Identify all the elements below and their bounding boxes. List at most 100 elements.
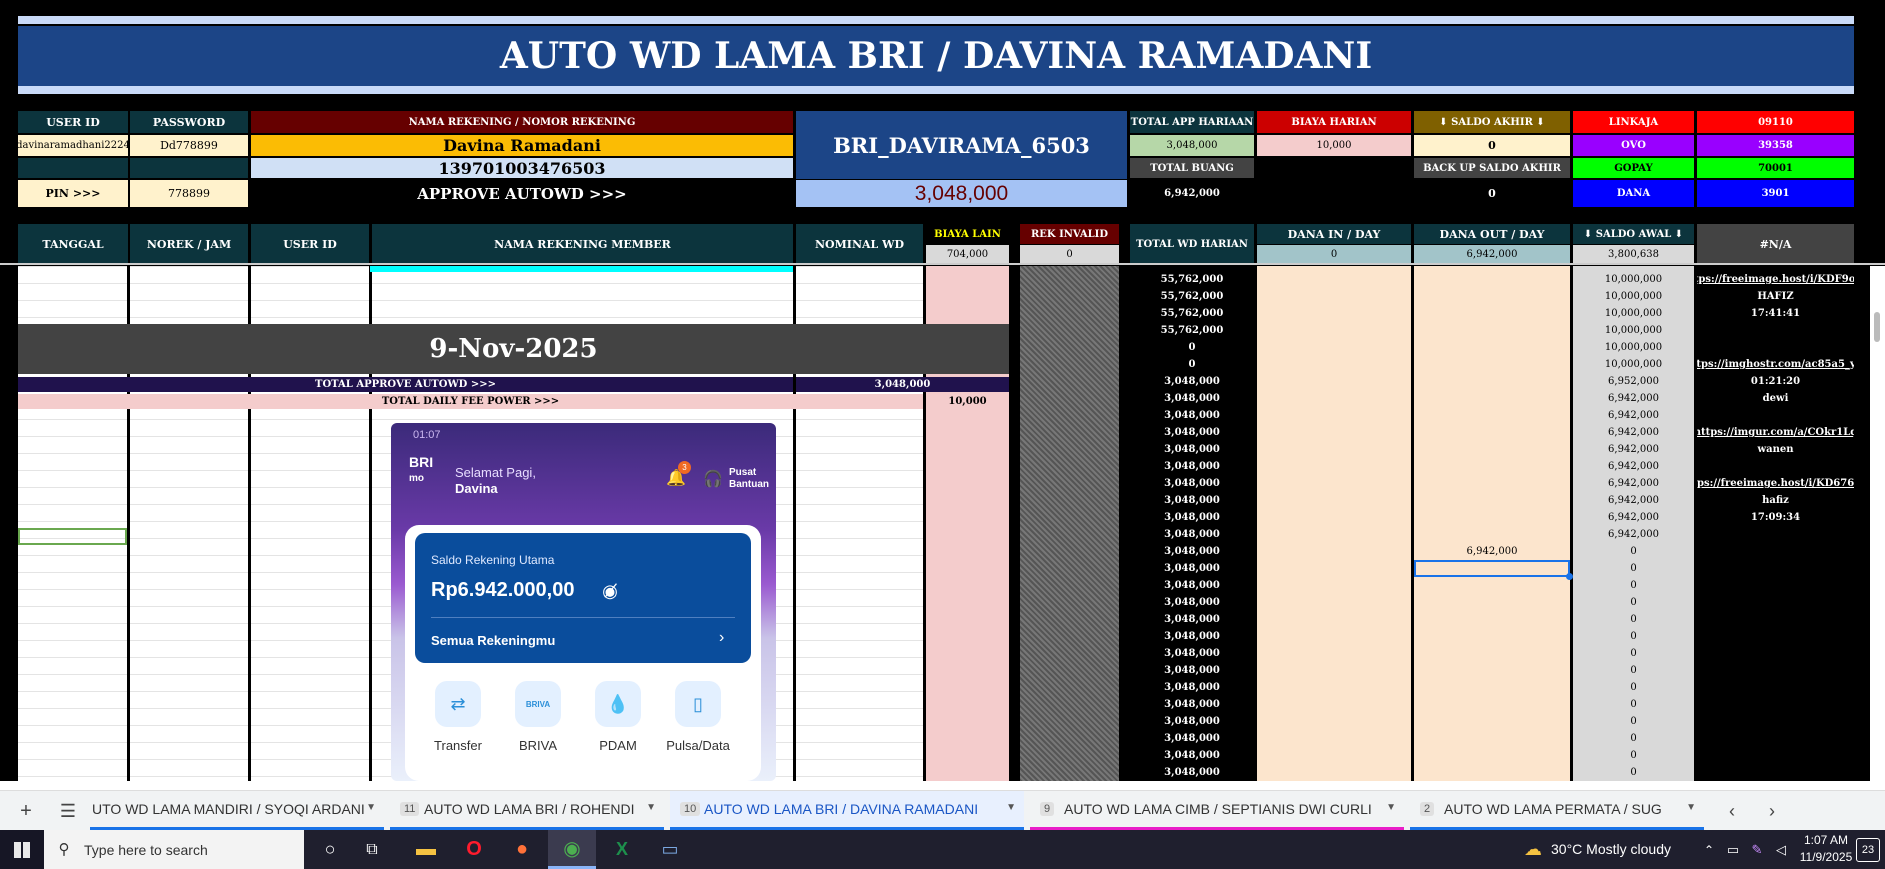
cell-value[interactable]: 3,048,000 bbox=[1130, 577, 1254, 594]
pulsa-icon[interactable]: ▯ bbox=[675, 681, 721, 727]
cell-value[interactable]: 0 bbox=[1573, 730, 1694, 747]
cell-value[interactable]: 10,000,000 bbox=[1573, 288, 1694, 305]
cell-value[interactable]: 0 bbox=[1130, 356, 1254, 373]
tray-up-icon[interactable]: ⌃ bbox=[1698, 830, 1720, 869]
start-button[interactable] bbox=[0, 830, 44, 869]
vertical-scrollbar[interactable] bbox=[1870, 266, 1885, 781]
cell-value[interactable]: 3,048,000 bbox=[1130, 509, 1254, 526]
cell-value[interactable]: 3,048,000 bbox=[1130, 441, 1254, 458]
cell-value[interactable]: 3,048,000 bbox=[1130, 492, 1254, 509]
horizontal-scrollbar[interactable] bbox=[0, 781, 1885, 790]
clock-date[interactable]: 11/9/2025 bbox=[1796, 850, 1856, 864]
cell-value[interactable]: 0 bbox=[1573, 560, 1694, 577]
cell-value[interactable] bbox=[1697, 458, 1854, 475]
action-label[interactable]: Transfer bbox=[419, 737, 497, 753]
action-label[interactable]: BRIVA bbox=[499, 737, 577, 753]
all-sheets-icon[interactable]: ☰ bbox=[56, 799, 80, 823]
scroll-tabs-left-icon[interactable]: ‹ bbox=[1720, 799, 1744, 823]
cell-value[interactable]: https://imghostr.com/ac85a5_ylk bbox=[1697, 356, 1854, 373]
cell-value[interactable]: hafiz bbox=[1697, 492, 1854, 509]
ewallet-value[interactable]: 39358 bbox=[1697, 135, 1854, 156]
cell-value[interactable]: 3,048,000 bbox=[1130, 594, 1254, 611]
cell-value[interactable]: 6,952,000 bbox=[1573, 373, 1694, 390]
dana-out-cell[interactable]: 6,942,000 bbox=[1414, 543, 1570, 560]
action-label[interactable]: PDAM bbox=[579, 737, 657, 753]
firefox-icon[interactable]: ● bbox=[500, 830, 544, 869]
cell-value[interactable]: 6,942,000 bbox=[1573, 509, 1694, 526]
file-explorer-icon[interactable]: ▬ bbox=[404, 830, 448, 869]
cell-value[interactable]: 0 bbox=[1573, 594, 1694, 611]
cell-value[interactable]: 10,000,000 bbox=[1573, 305, 1694, 322]
chrome-icon[interactable]: ◉ bbox=[548, 830, 596, 869]
cell-value[interactable]: 3,048,000 bbox=[1130, 764, 1254, 781]
cell-value[interactable] bbox=[1697, 407, 1854, 424]
cell-value[interactable]: 3,048,000 bbox=[1130, 424, 1254, 441]
ewallet-value[interactable]: 70001 bbox=[1697, 158, 1854, 178]
opera-icon[interactable]: O bbox=[452, 830, 496, 869]
cell-value[interactable]: 0 bbox=[1573, 713, 1694, 730]
password-value[interactable]: Dd778899 bbox=[130, 135, 248, 156]
cell-value[interactable]: 3,048,000 bbox=[1130, 407, 1254, 424]
cell-value[interactable]: 0 bbox=[1573, 679, 1694, 696]
cell-value[interactable]: 3,048,000 bbox=[1130, 628, 1254, 645]
cell-value[interactable]: 17:41:41 bbox=[1697, 305, 1854, 322]
pdam-icon[interactable]: 💧 bbox=[595, 681, 641, 727]
cell-value[interactable]: https://imgur.com/a/COkr1Lq bbox=[1697, 424, 1854, 441]
cell-value[interactable]: 0 bbox=[1573, 543, 1694, 560]
nama-rekening-value[interactable]: Davina Ramadani bbox=[251, 135, 793, 156]
cell-value[interactable]: 3,048,000 bbox=[1130, 696, 1254, 713]
scroll-tabs-right-icon[interactable]: › bbox=[1760, 799, 1784, 823]
ewallet-value[interactable]: 3901 bbox=[1697, 180, 1854, 207]
sheet-tab[interactable]: 10 AUTO WD LAMA BRI / DAVINA RAMADANI ▼ bbox=[670, 791, 1024, 831]
eye-hidden-icon[interactable]: ◉̸ bbox=[597, 579, 623, 603]
selected-cell[interactable] bbox=[18, 528, 127, 545]
volume-icon[interactable]: ◁ bbox=[1770, 830, 1792, 869]
cell-value[interactable]: 0 bbox=[1573, 696, 1694, 713]
cell-value[interactable]: 6,942,000 bbox=[1573, 424, 1694, 441]
semua-rekening-link[interactable]: Semua Rekeningmu bbox=[431, 633, 555, 648]
cell-value[interactable]: 6,942,000 bbox=[1573, 458, 1694, 475]
cell-value[interactable]: 0 bbox=[1130, 339, 1254, 356]
cell-value[interactable]: 3,048,000 bbox=[1130, 611, 1254, 628]
sheet-tab[interactable]: 9 AUTO WD LAMA CIMB / SEPTIANIS DWI CURLI… bbox=[1030, 791, 1404, 831]
cell-value[interactable]: 3,048,000 bbox=[1130, 560, 1254, 577]
tab-dropdown-icon[interactable]: ▼ bbox=[646, 802, 656, 813]
cell-value[interactable]: 3,048,000 bbox=[1130, 679, 1254, 696]
cell-value[interactable]: 55,762,000 bbox=[1130, 271, 1254, 288]
add-sheet-icon[interactable]: + bbox=[14, 799, 38, 823]
weather-text[interactable]: 30°C Mostly cloudy bbox=[1551, 841, 1671, 857]
headset-icon[interactable]: 🎧 bbox=[701, 467, 725, 491]
pen-icon[interactable]: ✎ bbox=[1746, 830, 1768, 869]
sheet-body[interactable]: 9-Nov-2025 TOTAL APPROVE AUTOWD >>> 3,04… bbox=[18, 266, 1854, 781]
tab-dropdown-icon[interactable]: ▼ bbox=[1386, 802, 1396, 813]
cell-value[interactable]: 6,942,000 bbox=[1573, 526, 1694, 543]
cell-value[interactable]: 6,942,000 bbox=[1573, 441, 1694, 458]
network-icon[interactable]: ▭ bbox=[1722, 830, 1744, 869]
briva-icon[interactable]: BRIVA bbox=[515, 681, 561, 727]
cell-value[interactable]: 0 bbox=[1573, 747, 1694, 764]
tab-dropdown-icon[interactable]: ▼ bbox=[1006, 802, 1016, 813]
cell-value[interactable]: HAFIZ bbox=[1697, 288, 1854, 305]
cell-value[interactable]: 3,048,000 bbox=[1130, 645, 1254, 662]
cell-value[interactable]: 55,762,000 bbox=[1130, 305, 1254, 322]
cortana-icon[interactable]: ○ bbox=[310, 830, 350, 869]
cell-value[interactable]: 10,000,000 bbox=[1573, 322, 1694, 339]
cell-value[interactable]: 3,048,000 bbox=[1130, 373, 1254, 390]
tab-dropdown-icon[interactable]: ▼ bbox=[366, 802, 376, 813]
cell-value[interactable]: 10,000,000 bbox=[1573, 356, 1694, 373]
cell-value[interactable]: 3,048,000 bbox=[1130, 662, 1254, 679]
cell-value[interactable]: dewi bbox=[1697, 390, 1854, 407]
chevron-right-icon[interactable]: › bbox=[719, 629, 724, 647]
search-box[interactable]: ⚲ Type here to search bbox=[44, 830, 304, 869]
fill-handle[interactable] bbox=[1566, 573, 1573, 580]
cell-value[interactable]: https://freeimage.host/i/KDF9oan bbox=[1697, 271, 1854, 288]
cell-value[interactable]: 01:21:20 bbox=[1697, 373, 1854, 390]
embedded-screenshot[interactable]: 01:07 BRI mo Selamat Pagi, Davina 🔔 3 🎧 P… bbox=[391, 423, 776, 781]
task-view-icon[interactable]: ⧉ bbox=[352, 830, 392, 869]
cell-value[interactable]: 10,000,000 bbox=[1573, 271, 1694, 288]
transfer-icon[interactable]: ⇄ bbox=[435, 681, 481, 727]
excel-icon[interactable]: X bbox=[600, 830, 644, 869]
cell-value[interactable] bbox=[1697, 339, 1854, 356]
cell-value[interactable]: 0 bbox=[1573, 645, 1694, 662]
cell-value[interactable]: 0 bbox=[1573, 628, 1694, 645]
